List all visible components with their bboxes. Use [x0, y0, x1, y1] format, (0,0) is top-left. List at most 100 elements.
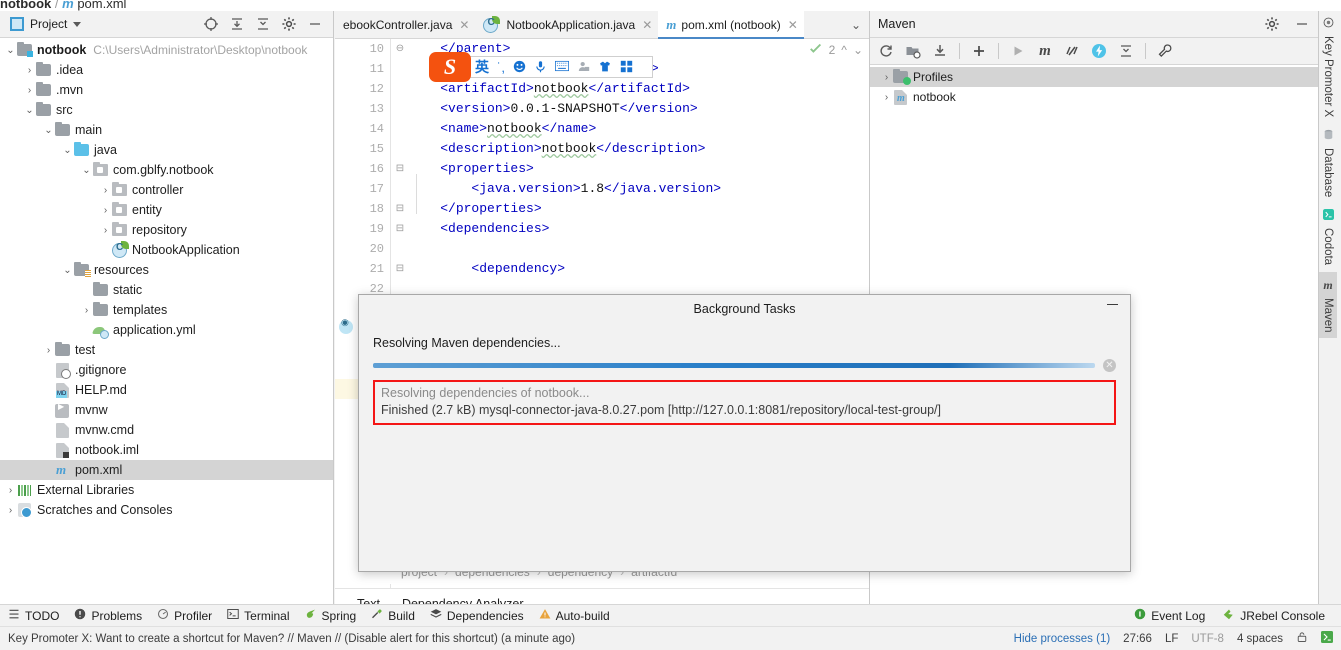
- code-line[interactable]: <java.version>1.8</java.version>: [409, 179, 869, 199]
- tree-expander[interactable]: ›: [42, 345, 55, 356]
- code-line[interactable]: <properties>: [409, 159, 869, 179]
- ime-soft-keyboard-icon[interactable]: [554, 60, 569, 74]
- project-tree-node[interactable]: › .idea: [0, 60, 333, 80]
- tree-expander[interactable]: ›: [80, 305, 93, 316]
- project-title-group[interactable]: Project: [4, 17, 82, 31]
- indent-setting[interactable]: 4 spaces: [1237, 633, 1283, 645]
- tree-expander[interactable]: ›: [880, 92, 893, 103]
- fold-marker[interactable]: ⊟: [392, 219, 408, 239]
- code-line[interactable]: <description>notbook</description>: [409, 139, 869, 159]
- project-tree-node[interactable]: ›mvnw: [0, 400, 333, 420]
- tool-button-dependencies[interactable]: Dependencies: [430, 608, 524, 623]
- fold-marker[interactable]: ⊟: [392, 159, 408, 179]
- line-number[interactable]: 11: [335, 59, 390, 79]
- ime-skin-icon[interactable]: [598, 60, 612, 75]
- project-tree-node[interactable]: ⌄ main: [0, 120, 333, 140]
- rail-tab-codota[interactable]: Codota: [1319, 203, 1337, 271]
- settings-gear-icon[interactable]: [1264, 16, 1280, 32]
- tree-expander[interactable]: ›: [99, 185, 112, 196]
- project-tree-node[interactable]: ›.gitignore: [0, 360, 333, 380]
- project-tree-node[interactable]: ›mvnw.cmd: [0, 420, 333, 440]
- line-separator[interactable]: LF: [1165, 633, 1178, 645]
- hide-processes-link[interactable]: Hide processes (1): [1014, 633, 1111, 645]
- project-tree-node[interactable]: ⌄ src: [0, 100, 333, 120]
- project-tree-node[interactable]: › templates: [0, 300, 333, 320]
- tool-button-jrebel-console[interactable]: JRebel Console: [1223, 608, 1325, 623]
- tree-expander[interactable]: ›: [99, 225, 112, 236]
- background-tasks-dialog[interactable]: Background Tasks Resolving Maven depende…: [358, 294, 1131, 572]
- project-tree-node[interactable]: › Scratches and Consoles: [0, 500, 333, 520]
- project-tree-node[interactable]: ›MDHELP.md: [0, 380, 333, 400]
- tool-button-problems[interactable]: Problems: [74, 608, 142, 623]
- project-tree-node[interactable]: ⌄ resources: [0, 260, 333, 280]
- hide-panel-icon[interactable]: [307, 16, 323, 32]
- close-icon[interactable]: ✕: [788, 18, 798, 32]
- tree-expander[interactable]: ⌄: [4, 45, 17, 56]
- chevron-down-icon[interactable]: ⌄: [853, 43, 863, 57]
- tree-expander[interactable]: ›: [4, 485, 17, 496]
- maven-settings-icon[interactable]: [1157, 43, 1173, 59]
- file-encoding[interactable]: UTF-8: [1191, 633, 1224, 645]
- expand-all-icon[interactable]: [229, 16, 245, 32]
- chevron-up-icon[interactable]: ^: [841, 43, 847, 57]
- rail-tab-database[interactable]: Database: [1319, 123, 1337, 203]
- reload-projects-icon[interactable]: [878, 43, 894, 59]
- ime-toolbox-icon[interactable]: [620, 60, 633, 75]
- project-tree-node[interactable]: › controller: [0, 180, 333, 200]
- maven-tree-node[interactable]: › Profiles: [870, 67, 1318, 87]
- code-line[interactable]: <artifactId>notbook</artifactId>: [409, 79, 869, 99]
- editor-tab[interactable]: ebookController.java ✕: [335, 11, 475, 38]
- fold-marker[interactable]: ⊖: [392, 39, 408, 59]
- line-number[interactable]: 18: [335, 199, 390, 219]
- line-number[interactable]: 13: [335, 99, 390, 119]
- ime-logo-icon[interactable]: S: [429, 52, 471, 82]
- maven-tree-node[interactable]: › m notbook: [870, 87, 1318, 107]
- tool-button-profiler[interactable]: Profiler: [157, 608, 212, 623]
- spring-bean-gutter-icon[interactable]: [339, 317, 353, 334]
- read-only-lock-icon[interactable]: [1296, 631, 1308, 646]
- project-tree-node[interactable]: ›static: [0, 280, 333, 300]
- execute-maven-goal-icon[interactable]: m: [1037, 43, 1053, 59]
- line-number[interactable]: 12: [335, 79, 390, 99]
- project-tree-node[interactable]: ⌄ com.gblfy.notbook: [0, 160, 333, 180]
- line-number[interactable]: 16: [335, 159, 390, 179]
- tree-expander[interactable]: ⌄: [23, 105, 36, 116]
- toggle-skip-tests-icon[interactable]: [1064, 43, 1080, 59]
- tool-button-build[interactable]: Build: [371, 608, 415, 623]
- collapse-all-icon[interactable]: [255, 16, 271, 32]
- tool-button-todo[interactable]: TODO: [8, 608, 59, 623]
- hide-panel-icon[interactable]: [1294, 16, 1310, 32]
- ime-emoji-icon[interactable]: [513, 60, 526, 75]
- chevron-down-icon[interactable]: [73, 21, 82, 27]
- fold-marker[interactable]: ⊟: [392, 259, 408, 279]
- ime-user-icon[interactable]: [577, 60, 590, 75]
- editor-tab[interactable]: m pom.xml (notbook) ✕: [658, 11, 804, 39]
- project-tree-node[interactable]: ›NotbookApplication: [0, 240, 333, 260]
- tree-expander[interactable]: ⌄: [61, 265, 74, 276]
- project-tree-node[interactable]: ›notbook.iml: [0, 440, 333, 460]
- project-tree-node[interactable]: ⌄ notbook C:\Users\Administrator\Desktop\n…: [0, 40, 333, 60]
- download-sources-icon[interactable]: [932, 43, 948, 59]
- tool-button-terminal[interactable]: Terminal: [227, 608, 290, 623]
- line-number[interactable]: 17: [335, 179, 390, 199]
- line-number[interactable]: 19: [335, 219, 390, 239]
- project-tree-node[interactable]: ⌄ java: [0, 140, 333, 160]
- vcs-branch-icon[interactable]: [1321, 631, 1333, 646]
- settings-gear-icon[interactable]: [281, 16, 297, 32]
- project-tree-node[interactable]: › External Libraries: [0, 480, 333, 500]
- tool-button-auto-build[interactable]: Auto-build: [539, 608, 610, 623]
- fold-marker[interactable]: ⊟: [392, 199, 408, 219]
- project-tree-node[interactable]: › entity: [0, 200, 333, 220]
- line-number[interactable]: 15: [335, 139, 390, 159]
- toggle-offline-mode-icon[interactable]: [1091, 43, 1107, 59]
- minimize-icon[interactable]: [1107, 304, 1118, 305]
- code-line[interactable]: <dependencies>: [409, 219, 869, 239]
- line-number[interactable]: 10: [335, 39, 390, 59]
- line-number[interactable]: 21: [335, 259, 390, 279]
- run-maven-build-icon[interactable]: [1010, 43, 1026, 59]
- code-line[interactable]: [409, 239, 869, 259]
- tree-expander[interactable]: ⌄: [42, 125, 55, 136]
- editor-tab[interactable]: NotbookApplication.java ✕: [475, 11, 658, 38]
- rail-tab-key-promoter-x[interactable]: Key Promoter X: [1319, 11, 1337, 123]
- tree-expander[interactable]: ›: [23, 65, 36, 76]
